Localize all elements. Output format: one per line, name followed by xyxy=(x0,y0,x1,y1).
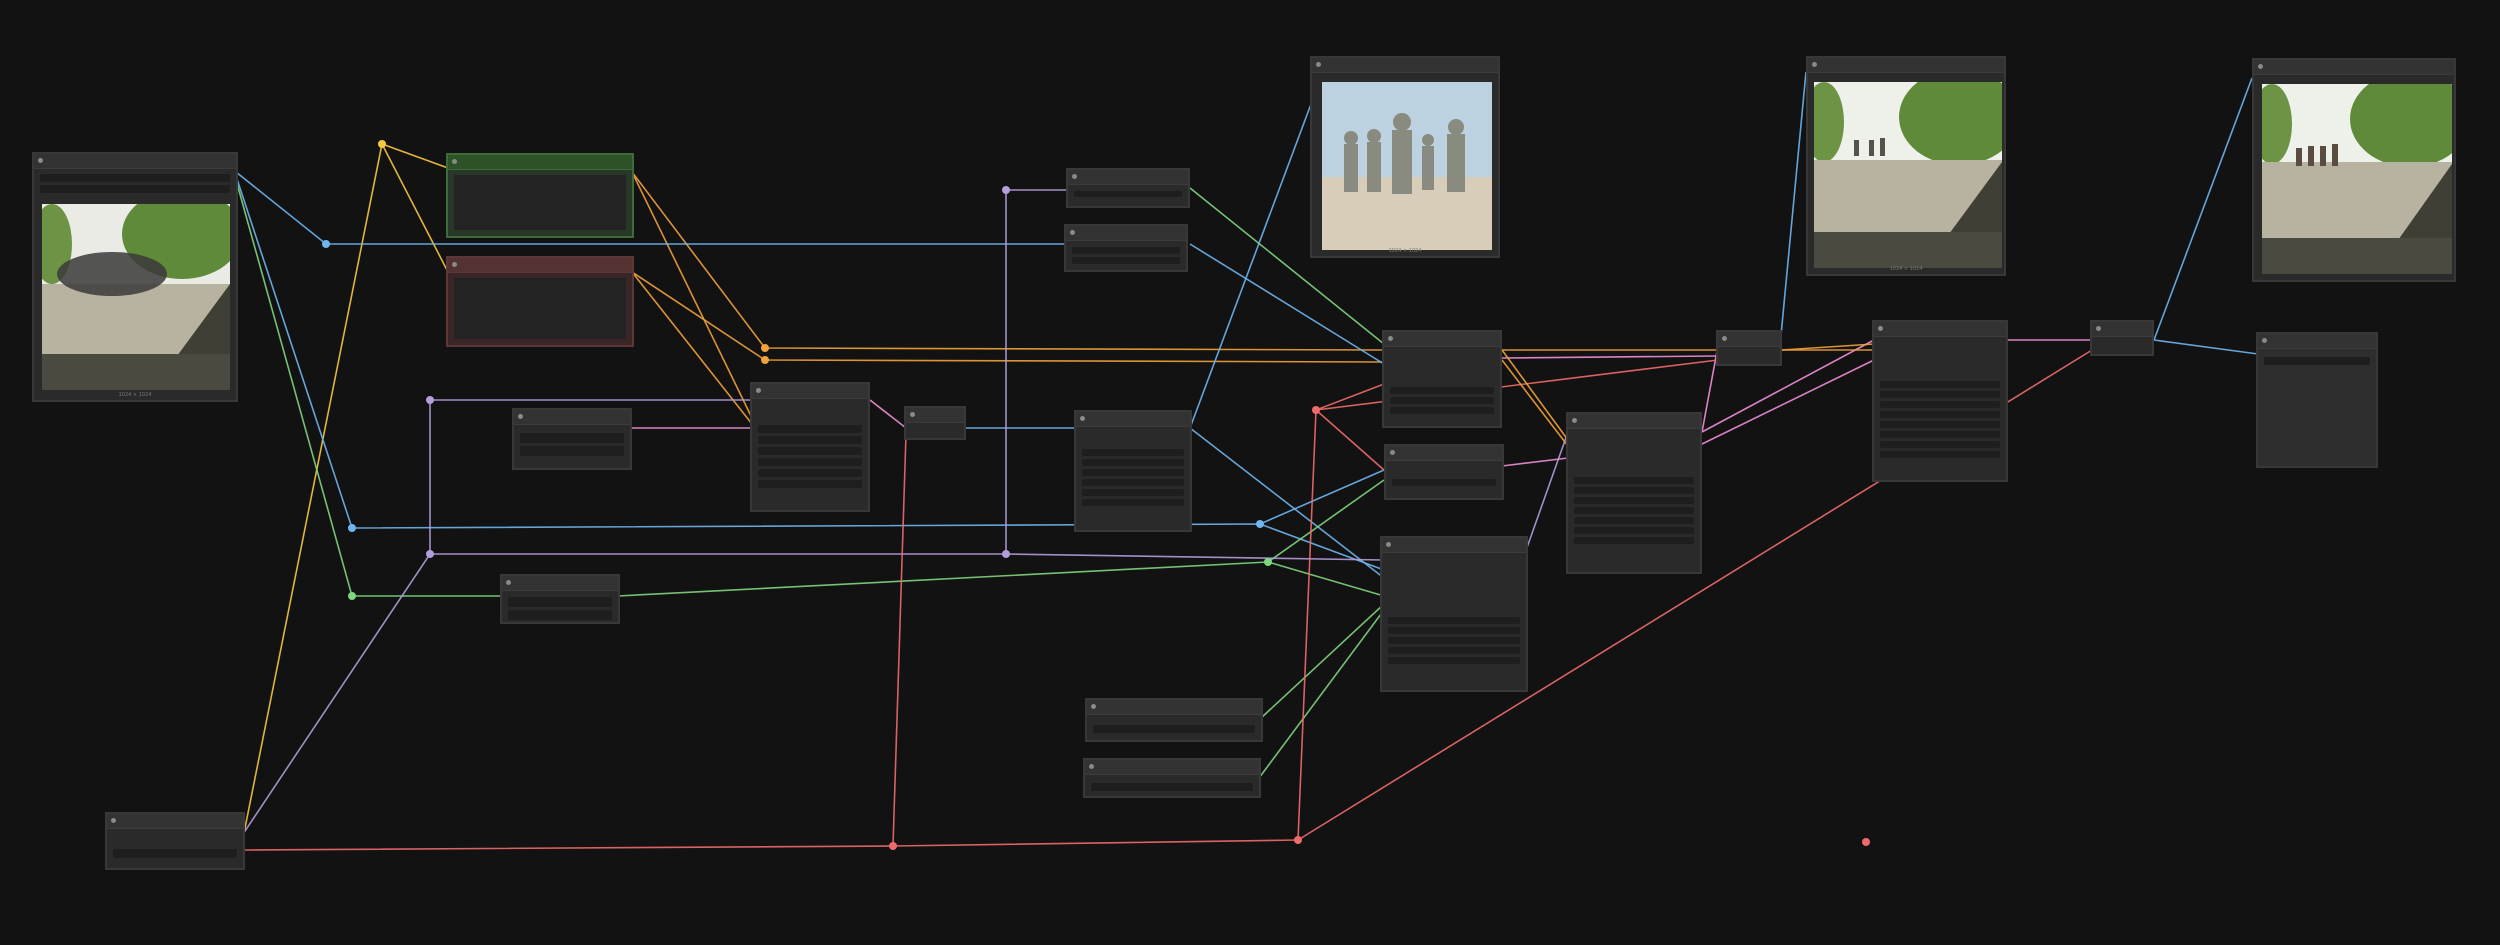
image-size-caption: 1024 × 1024 xyxy=(118,392,152,398)
node-collapse-dot-icon[interactable] xyxy=(452,262,457,267)
grow-mask-node[interactable] xyxy=(500,574,620,624)
clip-link-wire[interactable] xyxy=(242,142,449,839)
vae-link-wire[interactable] xyxy=(892,433,907,847)
node-collapse-dot-icon[interactable] xyxy=(1091,704,1096,709)
latent-link-wire[interactable] xyxy=(1701,359,1875,445)
reroute-dot-icon[interactable] xyxy=(761,356,769,364)
preview-image-node-right2[interactable] xyxy=(2252,58,2456,282)
mask-composite-node[interactable] xyxy=(1380,536,1528,692)
positive-prompt-text[interactable] xyxy=(454,175,626,230)
vae-link-wire[interactable] xyxy=(1315,409,1385,471)
image-link-wire[interactable] xyxy=(1189,243,1385,365)
node-collapse-dot-icon[interactable] xyxy=(1722,336,1727,341)
mask-link-wire[interactable] xyxy=(1260,603,1385,719)
final-image-thumbnail xyxy=(2262,84,2452,274)
mask-link-wire[interactable] xyxy=(1258,609,1385,779)
load-image-node[interactable]: 1024 × 1024 xyxy=(32,152,238,402)
vae-link-wire[interactable] xyxy=(1315,359,1719,411)
reroute-dot-icon[interactable] xyxy=(1294,836,1302,844)
vae-link-wire[interactable] xyxy=(1297,383,1385,841)
stitched-image-thumbnail xyxy=(1814,82,2002,268)
inpaint-crop-node[interactable] xyxy=(1382,330,1502,428)
ksampler-node[interactable] xyxy=(1074,410,1192,532)
generated-image-thumbnail xyxy=(1322,82,1492,250)
image-link-wire[interactable] xyxy=(2153,339,2259,355)
image-link-wire[interactable] xyxy=(1779,71,1807,347)
node-collapse-dot-icon[interactable] xyxy=(1089,764,1094,769)
image-blend-node[interactable] xyxy=(2090,320,2154,356)
input-image-thumbnail xyxy=(42,204,230,390)
mask-link-wire[interactable] xyxy=(235,179,502,597)
image-link-wire[interactable] xyxy=(2153,77,2253,341)
preview-image-node-right1[interactable]: 1024 × 1024 xyxy=(1806,56,2006,276)
reroute-dot-icon[interactable] xyxy=(348,592,356,600)
node-collapse-dot-icon[interactable] xyxy=(452,159,457,164)
conditioning-link-wire[interactable] xyxy=(631,171,1385,351)
link-wires-layer xyxy=(235,63,2259,851)
reroute-dot-icon[interactable] xyxy=(1002,186,1010,194)
node-collapse-dot-icon[interactable] xyxy=(910,412,915,417)
node-collapse-dot-icon[interactable] xyxy=(2096,326,2101,331)
node-collapse-dot-icon[interactable] xyxy=(1072,174,1077,179)
node-collapse-dot-icon[interactable] xyxy=(1316,62,1321,67)
latent-link-wire[interactable] xyxy=(869,399,907,429)
conditioning-link-wire[interactable] xyxy=(1501,349,1569,441)
latent-link-wire[interactable] xyxy=(1501,355,1719,359)
vae-encode-node[interactable] xyxy=(1384,444,1504,500)
node-collapse-dot-icon[interactable] xyxy=(1070,230,1075,235)
node-collapse-dot-icon[interactable] xyxy=(518,414,523,419)
node-collapse-dot-icon[interactable] xyxy=(506,580,511,585)
vae-decode-node-a[interactable] xyxy=(904,406,966,440)
conditioning-link-wire[interactable] xyxy=(1501,359,1569,447)
reroute-dot-icon[interactable] xyxy=(1862,838,1870,846)
save-image-node[interactable] xyxy=(2256,332,2378,468)
node-collapse-dot-icon[interactable] xyxy=(1878,326,1883,331)
image-link-wire[interactable] xyxy=(235,171,1066,245)
reroute-dot-icon[interactable] xyxy=(426,396,434,404)
checkpoint-loader-node[interactable] xyxy=(105,812,245,870)
inpaint-model-conditioning-node[interactable] xyxy=(750,382,870,512)
node-collapse-dot-icon[interactable] xyxy=(2258,64,2263,69)
node-collapse-dot-icon[interactable] xyxy=(111,818,116,823)
node-collapse-dot-icon[interactable] xyxy=(1386,542,1391,547)
vae-decode-node-b[interactable] xyxy=(1716,330,1782,366)
reroute-dot-icon[interactable] xyxy=(322,240,330,248)
float-value-node-b[interactable] xyxy=(1083,758,1261,798)
image-link-wire[interactable] xyxy=(1189,427,1385,579)
image-resize-node[interactable] xyxy=(1066,168,1190,208)
node-collapse-dot-icon[interactable] xyxy=(2262,338,2267,343)
node-collapse-dot-icon[interactable] xyxy=(1390,450,1395,455)
node-collapse-dot-icon[interactable] xyxy=(1080,416,1085,421)
mask-link-wire[interactable] xyxy=(617,561,1385,597)
reroute-dot-icon[interactable] xyxy=(761,344,769,352)
reroute-dot-icon[interactable] xyxy=(889,842,897,850)
positive-prompt-node[interactable] xyxy=(446,153,634,238)
node-collapse-dot-icon[interactable] xyxy=(38,158,43,163)
reroute-dot-icon[interactable] xyxy=(378,140,386,148)
reroute-dot-icon[interactable] xyxy=(348,524,356,532)
node-collapse-dot-icon[interactable] xyxy=(1812,62,1817,67)
reroute-dot-icon[interactable] xyxy=(1256,520,1264,528)
ksampler-node-2[interactable] xyxy=(1566,412,1702,574)
preview-image-node-center[interactable]: 1024 × 1024 xyxy=(1310,56,1500,258)
image-link-wire[interactable] xyxy=(1189,63,1327,429)
reroute-dot-icon[interactable] xyxy=(1264,558,1272,566)
image-to-mask-node[interactable] xyxy=(1064,224,1188,272)
node-collapse-dot-icon[interactable] xyxy=(756,388,761,393)
image-size-caption: 1024 × 1024 xyxy=(1388,248,1422,254)
reroute-dot-icon[interactable] xyxy=(426,550,434,558)
inpaint-stitch-node[interactable] xyxy=(1872,320,2008,482)
node-collapse-dot-icon[interactable] xyxy=(1388,336,1393,341)
reroute-dot-icon[interactable] xyxy=(1312,406,1320,414)
float-value-node-a[interactable] xyxy=(1085,698,1263,742)
reroute-dot-icon[interactable] xyxy=(1002,550,1010,558)
image-size-caption: 1024 × 1024 xyxy=(1889,266,1923,272)
model-link-wire[interactable] xyxy=(1523,431,1569,557)
mask-link-wire[interactable] xyxy=(1267,479,1385,563)
clip-link-wire[interactable] xyxy=(381,143,449,273)
lora-loader-node[interactable] xyxy=(512,408,632,470)
node-collapse-dot-icon[interactable] xyxy=(1572,418,1577,423)
negative-prompt-text[interactable] xyxy=(454,278,626,339)
negative-prompt-node[interactable] xyxy=(446,256,634,347)
